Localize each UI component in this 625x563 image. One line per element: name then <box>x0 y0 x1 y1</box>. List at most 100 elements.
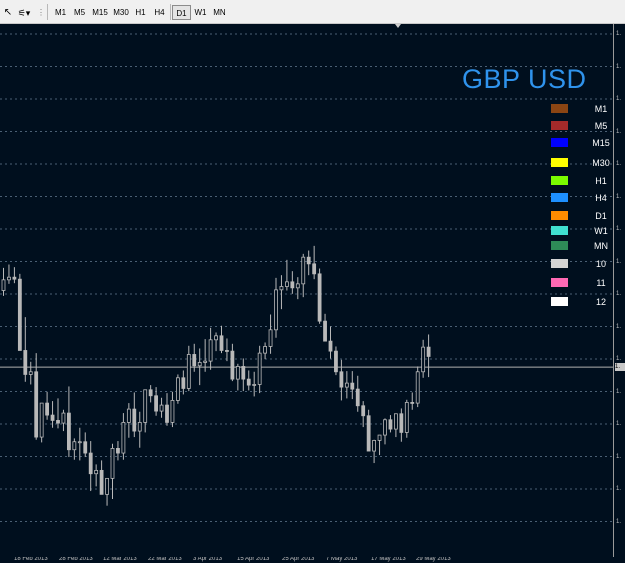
candle-body <box>350 382 355 390</box>
candle <box>170 391 175 428</box>
candle <box>274 277 278 338</box>
legend-label: M1 <box>594 104 608 114</box>
price-tick-label: 1. <box>616 486 622 492</box>
price-tick-label: 1. <box>616 193 622 200</box>
timeframe-button-h4[interactable]: H4 <box>150 5 169 20</box>
timeframe-button-m5[interactable]: M5 <box>70 5 89 20</box>
candle-body <box>17 278 22 351</box>
candle <box>12 267 17 284</box>
date-tick-label: 7 May 2013 <box>326 557 358 562</box>
legend-swatch <box>551 297 568 306</box>
drawing-tools-icon[interactable]: ⚟▾ <box>15 6 33 20</box>
candle-body <box>137 422 142 432</box>
candle-body <box>306 256 311 265</box>
candle <box>219 325 224 354</box>
timeframe-button-mn[interactable]: MN <box>210 5 229 20</box>
legend-swatch <box>551 226 568 235</box>
candle-body <box>312 263 317 275</box>
candle <box>383 418 387 445</box>
candle-body <box>323 320 327 342</box>
candle <box>241 358 246 392</box>
legend-item: D1 <box>551 209 613 223</box>
candle-body <box>67 412 71 451</box>
legend-label: M30 <box>592 158 610 168</box>
candle-body <box>339 371 344 388</box>
date-tick-label: 17 May 2013 <box>371 557 406 562</box>
candle-body <box>372 440 377 452</box>
timeframe-button-m1[interactable]: M1 <box>51 5 70 20</box>
candle <box>257 345 262 394</box>
candle <box>28 361 33 385</box>
candle-body <box>165 404 169 423</box>
price-tick-label: 1. <box>616 291 622 297</box>
candle-body <box>99 469 104 495</box>
candle-body <box>295 283 300 289</box>
legend-item: H4 <box>551 191 613 205</box>
legend-swatch <box>551 176 568 185</box>
timeframe-toolbar: ↖ ⚟▾ ⋮ M1 M5 M15 M30 H1 H4 D1 W1 MN <box>0 0 625 24</box>
candle-body <box>77 441 82 444</box>
legend-swatch <box>551 138 568 147</box>
timeframe-button-h1[interactable]: H1 <box>131 5 150 20</box>
candlestick-plot[interactable] <box>0 24 613 557</box>
candle <box>121 413 126 460</box>
candle <box>339 359 344 401</box>
price-tick-label: 1. <box>616 226 622 232</box>
candle-body <box>355 388 360 407</box>
legend-label: 10 <box>595 259 606 269</box>
price-tick-label: 1. <box>616 388 622 395</box>
candle-body <box>284 281 289 287</box>
candle <box>301 253 306 298</box>
candle <box>372 439 377 464</box>
price-scale[interactable]: 1. 1. 1. 1. 1. 1. 1. 1. 1. 1. 1. 1. 1. 1. 1. 1. 1. <box>613 24 625 557</box>
legend-item: M5 <box>551 119 613 133</box>
price-tick-label: 1. <box>616 453 622 460</box>
legend-label: M5 <box>594 121 608 131</box>
candle <box>279 275 284 310</box>
price-chart[interactable]: GBP USD M1 M5 M15 M30 H1 H4 D1 W1 MN 10 11 12 <box>0 24 613 557</box>
candle-body <box>366 415 371 452</box>
candle-body <box>110 448 115 479</box>
chart-shift-marker-icon[interactable] <box>395 24 401 28</box>
legend-label: 11 <box>596 278 606 288</box>
candle-body <box>263 346 268 354</box>
candle-body <box>197 362 202 367</box>
candle-body <box>105 477 109 495</box>
candle-body <box>143 389 148 423</box>
candle <box>132 392 137 438</box>
candle-body <box>116 448 120 454</box>
legend-swatch <box>551 104 568 113</box>
legend-item: W1 <box>551 224 613 238</box>
candle-body <box>274 289 278 331</box>
price-tick-label: 1. <box>616 323 622 330</box>
timeframe-button-m15[interactable]: M15 <box>89 5 111 20</box>
candle-body <box>23 350 28 375</box>
candle <box>143 389 148 433</box>
legend-swatch <box>551 158 568 167</box>
candle <box>186 345 191 392</box>
candle <box>350 371 355 400</box>
price-tick-label: 1. <box>616 356 622 362</box>
legend-item: M30 <box>551 156 613 170</box>
price-tick-label: 1. <box>616 96 622 102</box>
candle <box>268 314 273 354</box>
legend-swatch <box>551 259 568 268</box>
candle <box>77 427 82 461</box>
candle <box>159 397 164 418</box>
candle-body <box>252 384 257 386</box>
candle-body <box>317 273 322 322</box>
timeframe-button-d1[interactable]: D1 <box>172 5 191 20</box>
candle-body <box>88 452 93 475</box>
candle-body <box>186 354 191 389</box>
date-axis[interactable]: 18 Feb 2013 28 Feb 2013 12 Mar 2013 22 Mar … <box>0 557 625 563</box>
timeframe-button-m30[interactable]: M30 <box>111 5 131 20</box>
date-tick-label: 3 Apr 2013 <box>193 557 223 562</box>
legend-item: MN <box>551 239 613 253</box>
candle-body <box>12 276 17 280</box>
candle <box>1 267 6 296</box>
crosshair-tool-icon[interactable]: ↖ <box>3 6 13 20</box>
legend-label: M15 <box>592 138 610 148</box>
timeframe-button-w1[interactable]: W1 <box>191 5 210 20</box>
candle <box>94 464 99 487</box>
candle-body <box>426 346 431 357</box>
